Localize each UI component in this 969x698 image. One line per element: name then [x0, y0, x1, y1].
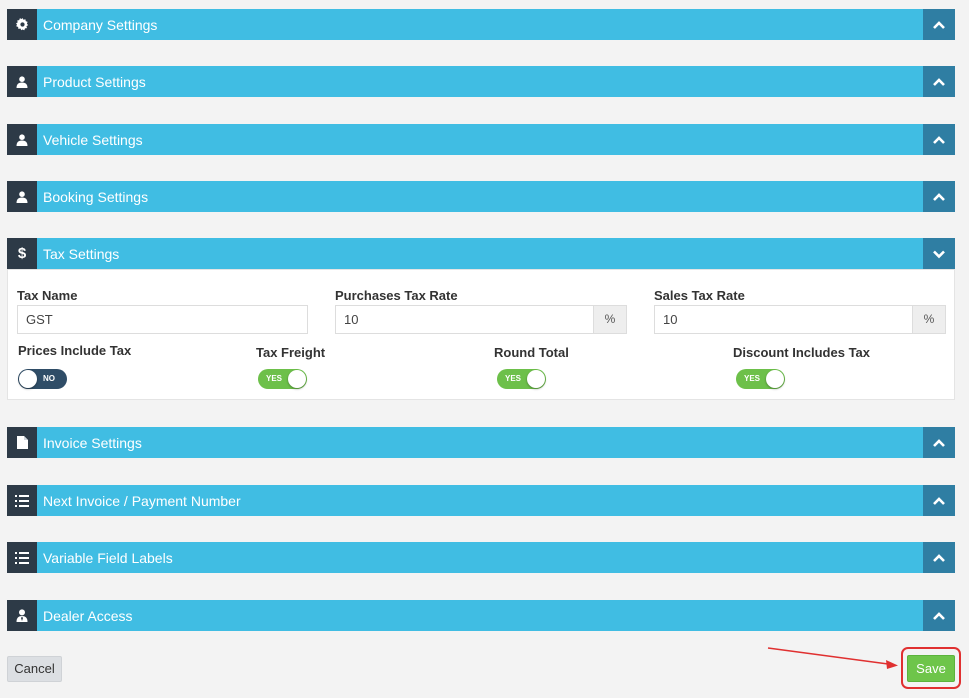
save-button[interactable]: Save — [907, 655, 955, 682]
highlight-arrow — [767, 647, 898, 669]
